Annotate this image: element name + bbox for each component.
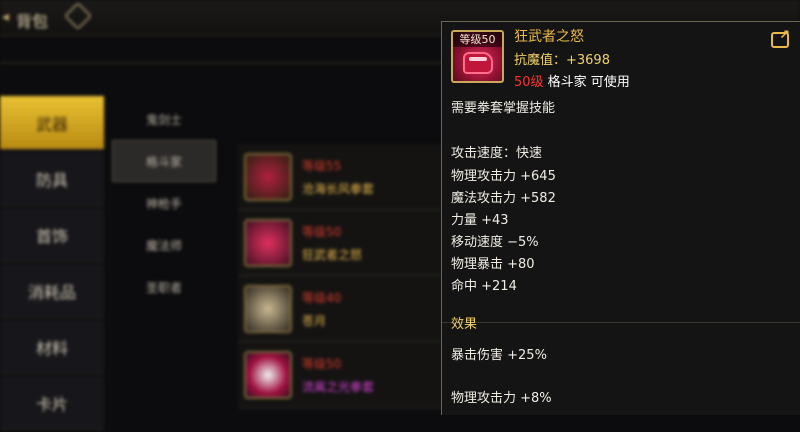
share-icon[interactable]: ↗: [771, 28, 790, 48]
stat-magic-attack: 魔法攻击力 +582: [451, 191, 556, 206]
item-name: 狂武者之怒: [514, 29, 584, 45]
item-list: 等级55 沧海长风拳套 等级50 狂武者之怒 等级40 苍月 等级50 流离之光拳套: [238, 144, 458, 408]
gauntlet-icon: [244, 152, 292, 201]
item-row[interactable]: 等级50 流离之光拳套: [238, 342, 458, 408]
item-row[interactable]: 等级50 狂武者之怒: [238, 210, 458, 276]
item-row[interactable]: 等级55 沧海长风拳套: [238, 144, 458, 210]
effect-crit-damage: 暴击伤害 +25%: [451, 348, 547, 363]
gauntlet-icon: [244, 350, 292, 399]
fist-graphic: [463, 52, 493, 74]
item-name: 苍月: [302, 313, 327, 328]
stat-physical-crit: 物理暴击 +80: [451, 257, 535, 272]
category-tab-consumable[interactable]: 消耗品: [0, 264, 104, 318]
usage-requirement: 50级 格斗家 可使用: [514, 71, 630, 90]
item-tooltip: 等级50 狂武者之怒 抗魔值：+3698 50级 格斗家 可使用 ↗ 需要拳套掌…: [441, 21, 800, 415]
item-level: 等级50: [302, 224, 342, 239]
item-level-badge: 等级50: [453, 32, 502, 47]
gauntlet-icon: 等级50: [451, 30, 504, 83]
class-filter-priest[interactable]: 圣职者: [112, 266, 216, 308]
stat-strength: 力量 +43: [451, 213, 509, 228]
item-level: 等级50: [302, 356, 342, 371]
category-sidebar: 武器 防具 首饰 消耗品 材料 卡片: [0, 96, 104, 432]
class-filter-gunner[interactable]: 神枪手: [112, 182, 216, 224]
skill-requirement: 需要拳套掌握技能: [451, 101, 556, 116]
category-tab-accessory[interactable]: 首饰: [0, 208, 104, 262]
item-name: 狂武者之怒: [302, 247, 363, 262]
magic-resistance: 抗魔值：+3698: [514, 53, 610, 68]
category-tab-card[interactable]: 卡片: [0, 376, 104, 430]
effect-physical-attack: 物理攻击力 +8%: [451, 391, 552, 406]
stat-physical-attack: 物理攻击力 +645: [451, 169, 556, 184]
page-title: 背包: [16, 12, 49, 31]
effect-title: 效果: [451, 317, 478, 332]
class-filter-fighter[interactable]: 格斗家: [112, 140, 216, 182]
class-filter-list: 鬼剑士 格斗家 神枪手 魔法师 圣职者: [112, 98, 216, 308]
section-divider: [442, 322, 800, 323]
item-row[interactable]: 等级40 苍月: [238, 276, 458, 342]
stat-accuracy: 命中 +214: [451, 279, 517, 294]
stat-move-speed: 移动速度 −5%: [451, 235, 539, 250]
item-name: 沧海长风拳套: [302, 181, 375, 196]
category-tab-material[interactable]: 材料: [0, 320, 104, 374]
class-filter-slayer[interactable]: 鬼剑士: [112, 98, 216, 140]
item-level: 等级55: [302, 158, 342, 173]
required-class: 格斗家 可使用: [543, 75, 630, 90]
gauntlet-icon: [244, 218, 292, 267]
back-arrow-icon[interactable]: ◂: [2, 9, 9, 25]
emblem-icon: [63, 1, 93, 31]
required-level: 50级: [514, 75, 544, 90]
category-tab-weapon[interactable]: 武器: [0, 96, 104, 150]
gauntlet-icon: [244, 284, 292, 333]
item-level: 等级40: [302, 290, 342, 305]
class-filter-mage[interactable]: 魔法师: [112, 224, 216, 266]
attack-speed: 攻击速度：快速: [451, 146, 543, 161]
category-tab-armor[interactable]: 防具: [0, 152, 104, 206]
item-name: 流离之光拳套: [302, 379, 375, 394]
